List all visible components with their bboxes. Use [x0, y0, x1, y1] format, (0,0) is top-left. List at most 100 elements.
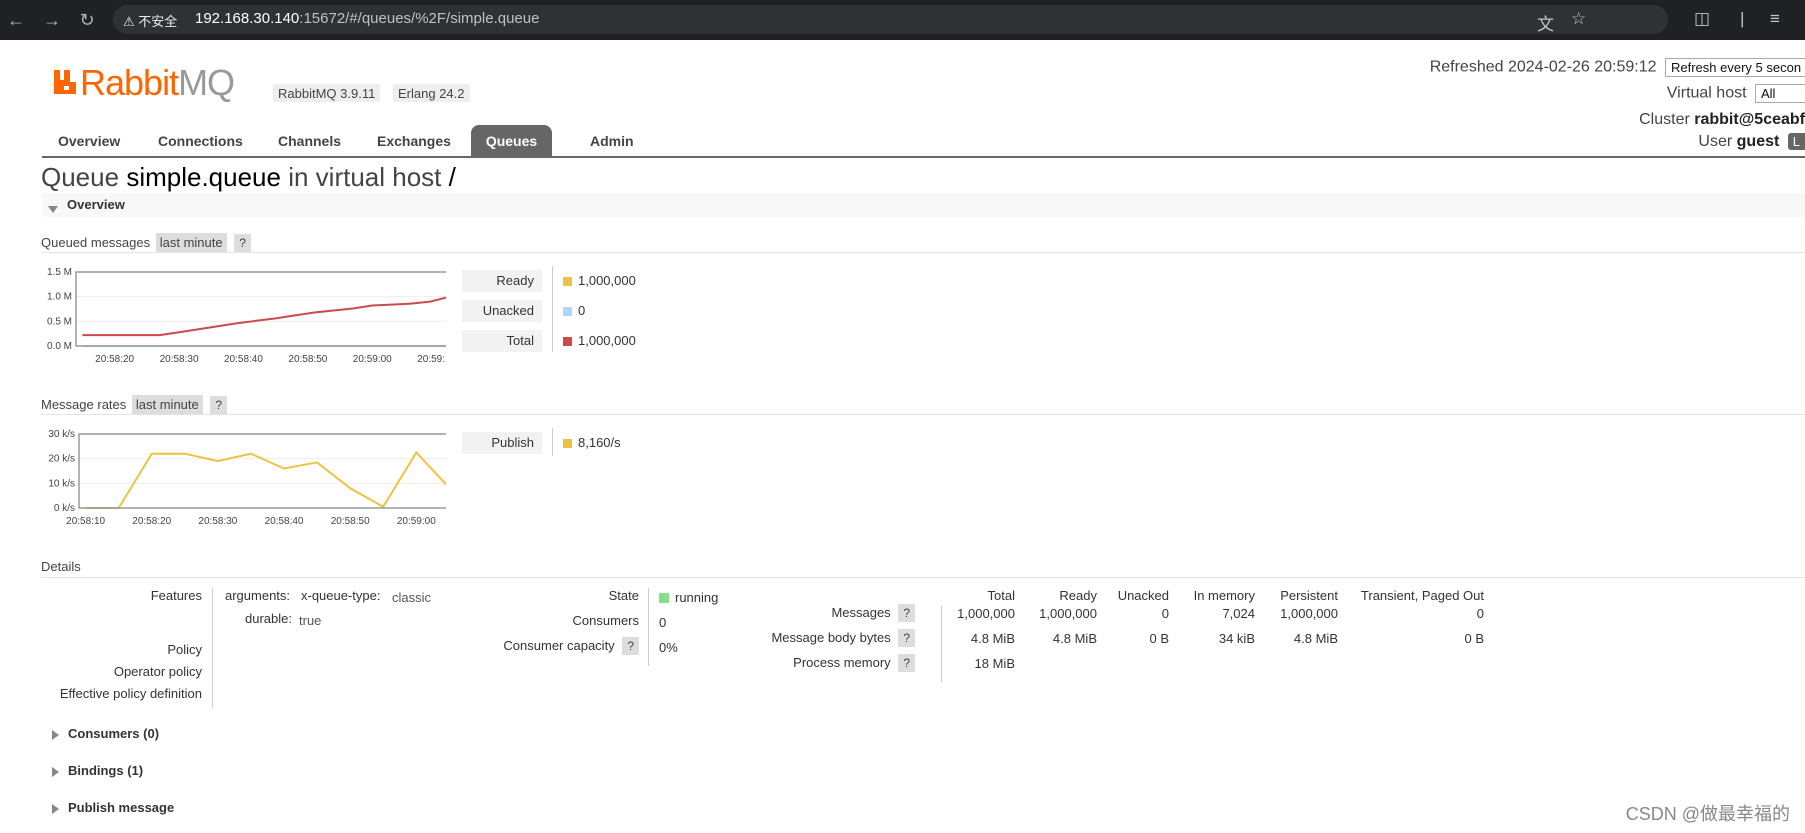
- consumers-value: 0: [659, 615, 667, 630]
- legend-label: Publish: [462, 432, 542, 454]
- csdn-watermark: CSDN @做最幸福的: [1625, 804, 1790, 824]
- legend-value: 0: [578, 303, 586, 318]
- stats-header-unacked: Unacked: [1117, 588, 1169, 603]
- stats-row-label: Process memory ?: [760, 654, 915, 672]
- x-tick-label: 20:58:10: [66, 516, 105, 527]
- consumer-capacity-value: 0%: [659, 640, 678, 655]
- extensions-icon[interactable]: ◫: [1694, 9, 1710, 29]
- consumers-label: Consumers: [572, 613, 639, 628]
- legend-swatch: [563, 277, 572, 286]
- stats-row-label: Messages ?: [760, 604, 915, 622]
- durable-value: true: [299, 613, 322, 628]
- translate-icon[interactable]: 文: [1537, 10, 1554, 35]
- bindings-section-toggle[interactable]: Bindings (1): [50, 763, 143, 778]
- section-divider: [41, 414, 1805, 415]
- durable-label: durable:: [245, 611, 292, 626]
- stats-header-transient: Transient, Paged Out: [1360, 588, 1484, 603]
- reading-list-icon[interactable]: ≡: [1770, 9, 1780, 29]
- help-button[interactable]: ?: [234, 234, 251, 252]
- series-line: [82, 296, 446, 337]
- stats-cell: 1,000,000: [1039, 606, 1097, 621]
- tab-overview[interactable]: Overview: [42, 125, 136, 157]
- policy-label: Policy: [167, 642, 202, 657]
- y-tick-label: 1.5 M: [47, 267, 72, 278]
- browser-toolbar: ← → ↻ ⚠ 不安全 192.168.30.140:15672/#/queue…: [0, 0, 1805, 40]
- x-tick-label: 20:59:00: [397, 516, 436, 527]
- y-tick-label: 30 k/s: [48, 429, 75, 440]
- legend-row-unacked: Unacked 0: [462, 300, 682, 322]
- section-divider: [41, 577, 1805, 578]
- back-icon[interactable]: ←: [4, 8, 28, 32]
- stats-row-label: Message body bytes ?: [760, 629, 915, 647]
- y-tick-label: 0.5 M: [47, 316, 72, 327]
- argument-key: x-queue-type:: [301, 588, 381, 603]
- consumers-section-toggle[interactable]: Consumers (0): [50, 726, 159, 741]
- expand-arrow-icon: [52, 803, 59, 814]
- tab-queues[interactable]: Queues: [471, 125, 552, 157]
- arguments-label: arguments:: [225, 588, 291, 603]
- help-button[interactable]: ?: [898, 654, 915, 672]
- vhost-row: Virtual host All: [1667, 84, 1805, 103]
- y-tick-label: 0.0 M: [47, 341, 72, 352]
- stats-header-total: Total: [987, 588, 1015, 603]
- x-tick-label: 20:58:50: [288, 354, 327, 365]
- stats-cell: 0 B: [1149, 631, 1169, 646]
- y-tick-label: 10 k/s: [48, 478, 75, 489]
- publish-message-section-toggle[interactable]: Publish message: [50, 800, 174, 815]
- y-tick-label: 1.0 M: [47, 292, 72, 303]
- help-button[interactable]: ?: [210, 396, 228, 414]
- erlang-version-badge: Erlang 24.2: [393, 84, 470, 102]
- address-bar[interactable]: ⚠ 不安全 192.168.30.140:15672/#/queues/%2F/…: [113, 5, 1668, 34]
- refreshed-label: Refreshed 2024-02-26 20:59:12: [1429, 58, 1657, 76]
- legend-separator: [552, 428, 553, 456]
- logout-button[interactable]: L: [1787, 133, 1805, 150]
- queued-range-button[interactable]: last minute: [155, 233, 227, 252]
- legend-label: Total: [462, 330, 542, 352]
- help-button[interactable]: ?: [898, 604, 915, 622]
- help-button[interactable]: ?: [622, 637, 639, 655]
- refresh-row: Refreshed 2024-02-26 20:59:12 Refresh ev…: [1430, 58, 1805, 77]
- security-warning[interactable]: ⚠ 不安全: [123, 11, 177, 30]
- help-button[interactable]: ?: [898, 629, 915, 647]
- bookmark-star-icon[interactable]: ☆: [1571, 9, 1586, 29]
- expand-arrow-icon: [52, 766, 59, 777]
- x-tick-label: 20:58:50: [331, 516, 370, 527]
- stats-cell: 4.8 MiB: [1052, 631, 1097, 646]
- cluster-name: rabbit@5ceabf: [1694, 111, 1805, 128]
- overview-section-title: Overview: [67, 197, 125, 212]
- x-tick-label: 20:59:10: [417, 354, 446, 365]
- reload-icon[interactable]: ↻: [75, 8, 99, 32]
- tab-channels[interactable]: Channels: [262, 125, 357, 157]
- operator-policy-label: Operator policy: [113, 664, 202, 679]
- consumer-capacity-label: Consumer capacity ?: [480, 637, 639, 655]
- legend-row-ready: Ready 1,000,000: [462, 266, 682, 352]
- argument-value: classic: [392, 590, 432, 605]
- tab-exchanges[interactable]: Exchanges: [361, 125, 467, 157]
- y-tick-label: 20 k/s: [48, 454, 75, 465]
- legend-value: 1,000,000: [578, 333, 636, 348]
- x-tick-label: 20:58:20: [132, 516, 171, 527]
- divider-icon: |: [1740, 9, 1745, 28]
- legend-row-total: Total 1,000,000: [462, 330, 682, 352]
- collapse-arrow-icon: [48, 206, 58, 214]
- rates-range-button[interactable]: last minute: [131, 395, 203, 414]
- running-status-icon: [659, 593, 669, 603]
- x-tick-label: 20:58:40: [265, 516, 304, 527]
- vhost-name: /: [448, 162, 456, 192]
- vhost-select[interactable]: All: [1755, 84, 1805, 103]
- overview-section-toggle[interactable]: Overview: [42, 193, 1805, 217]
- refresh-interval-select[interactable]: Refresh every 5 secon: [1665, 58, 1805, 77]
- user-label: User: [1698, 133, 1733, 150]
- stats-cell: 34 kiB: [1218, 631, 1255, 646]
- rabbitmq-version-badge: RabbitMQ 3.9.11: [273, 84, 381, 102]
- vhost-label: Virtual host: [1666, 84, 1747, 102]
- forward-icon[interactable]: →: [40, 8, 64, 32]
- details-separator: [212, 588, 213, 708]
- y-tick-label: 0 k/s: [54, 503, 75, 514]
- url-text[interactable]: 192.168.30.140:15672/#/queues/%2F/simple…: [195, 10, 539, 27]
- tab-admin[interactable]: Admin: [574, 125, 650, 157]
- tab-connections[interactable]: Connections: [142, 125, 259, 157]
- stats-cell: 0 B: [1464, 631, 1484, 646]
- stats-cell: 1,000,000: [1280, 606, 1338, 621]
- legend-swatch: [563, 337, 572, 346]
